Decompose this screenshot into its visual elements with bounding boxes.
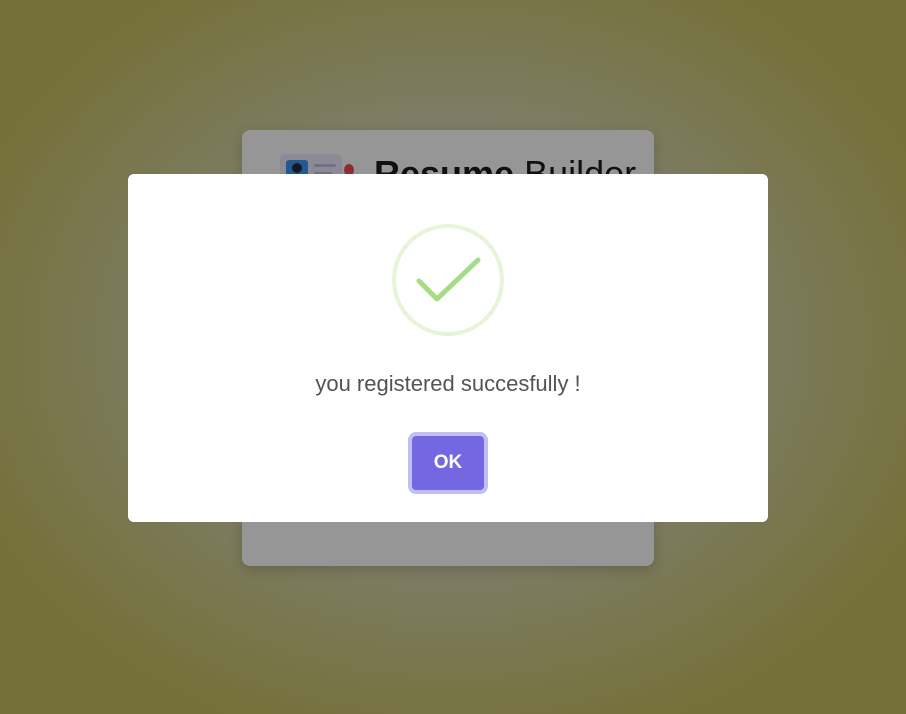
ok-button[interactable]: OK <box>408 432 488 494</box>
dialog-message: you registered succesfully ! <box>315 371 581 396</box>
success-dialog: you registered succesfully ! OK <box>128 174 768 522</box>
check-circle-icon <box>392 224 504 336</box>
